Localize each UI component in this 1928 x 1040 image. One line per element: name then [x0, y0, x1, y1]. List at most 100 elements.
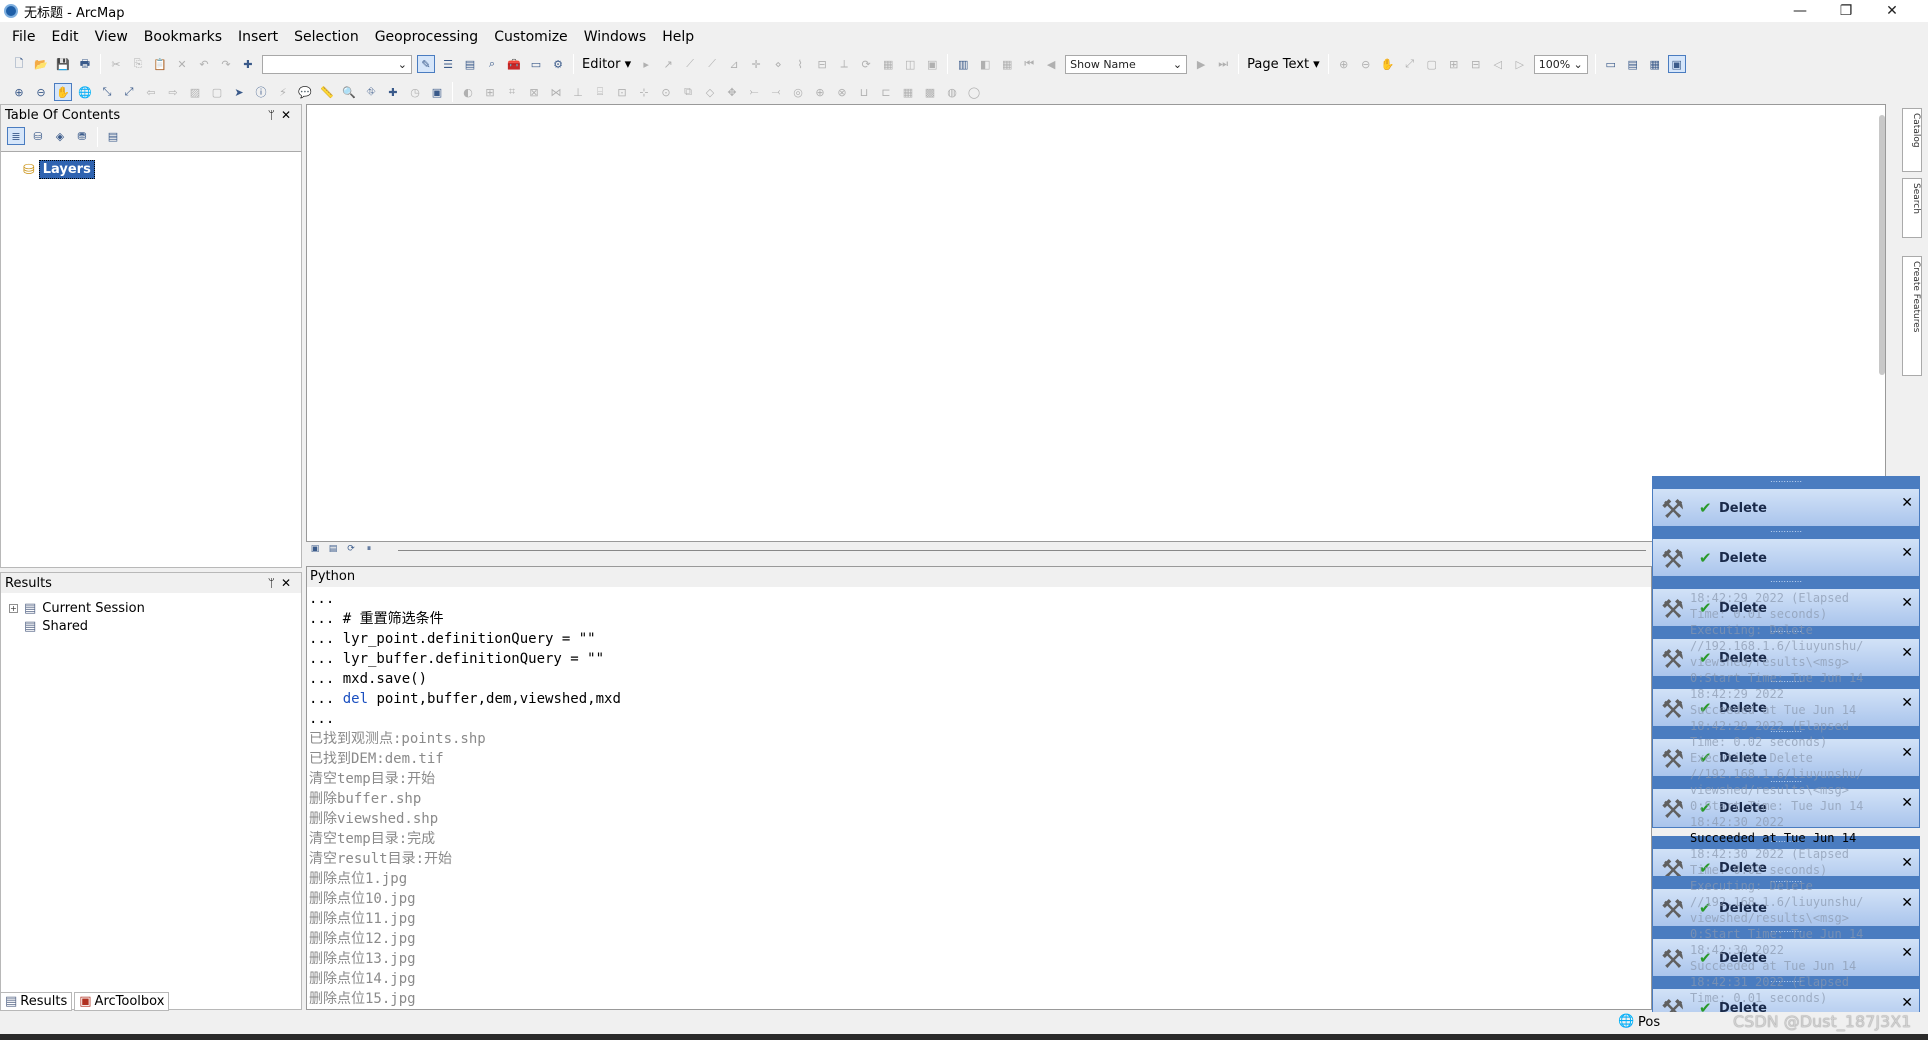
notification-grip[interactable]: ⋯⋯⋯⋯: [1653, 577, 1919, 589]
notification-close-icon[interactable]: ✕: [1901, 545, 1913, 561]
go-forward-extent-icon[interactable]: ⇨: [164, 83, 182, 101]
cut-icon[interactable]: ✂: [107, 55, 125, 73]
menu-geoprocessing[interactable]: Geoprocessing: [367, 24, 486, 50]
endpoint-arc-icon[interactable]: ⟋: [703, 55, 721, 73]
layout-view-icon[interactable]: ▥: [954, 55, 972, 73]
menu-edit[interactable]: Edit: [43, 24, 86, 50]
zoom-in-icon[interactable]: ⊕: [10, 83, 28, 101]
editor-toolbar-icon[interactable]: ✎: [417, 55, 435, 73]
list-by-drawing-order-icon[interactable]: ≣: [7, 127, 25, 145]
zoom-100-icon[interactable]: ▢: [1423, 55, 1441, 73]
tree-item-shared[interactable]: ▤ Shared: [24, 619, 88, 634]
new-document-icon[interactable]: 🗋: [10, 55, 28, 73]
menu-help[interactable]: Help: [654, 24, 702, 50]
cogo-icon[interactable]: ⊠: [525, 83, 543, 101]
reshape-icon[interactable]: ⌇: [791, 55, 809, 73]
back-extent-icon[interactable]: ◁: [1489, 55, 1507, 73]
toggle-draft-icon[interactable]: ▭: [1602, 55, 1620, 73]
cut-polygons-icon[interactable]: ⊟: [813, 55, 831, 73]
find-icon[interactable]: 🔍: [340, 83, 358, 101]
go-back-extent-icon[interactable]: ⇦: [142, 83, 160, 101]
notification-close-icon[interactable]: ✕: [1901, 995, 1913, 1011]
clear-selection-icon[interactable]: ▢: [208, 83, 226, 101]
create-features-dock-tab[interactable]: Create Features: [1902, 256, 1922, 376]
next-page-icon[interactable]: ▶: [1192, 55, 1210, 73]
parcel-icon[interactable]: ⊡: [613, 83, 631, 101]
results-pin-icon[interactable]: ᛘ: [268, 576, 281, 590]
list-by-selection-icon[interactable]: ⛃: [73, 127, 91, 145]
tab-results[interactable]: ▤ Results: [0, 991, 73, 1011]
menu-windows[interactable]: Windows: [576, 24, 655, 50]
notification-close-icon[interactable]: ✕: [1901, 855, 1913, 871]
first-page-icon[interactable]: ⏮: [1020, 55, 1038, 73]
generalize-icon[interactable]: ⌸: [591, 83, 609, 101]
catalog-icon[interactable]: ▤: [461, 55, 479, 73]
pan-layout-icon[interactable]: ✋: [1379, 55, 1397, 73]
notification-close-icon[interactable]: ✕: [1901, 945, 1913, 961]
map-vertical-scrollbar[interactable]: [1879, 115, 1885, 375]
refresh-icon[interactable]: ⟳: [345, 544, 357, 556]
notification-close-icon[interactable]: ✕: [1901, 745, 1913, 761]
expand-icon[interactable]: +: [9, 604, 18, 613]
data-frame-icon[interactable]: ◧: [976, 55, 994, 73]
page-name-combo[interactable]: Show Name ⌄: [1065, 54, 1188, 74]
html-popup-icon[interactable]: 💬: [296, 83, 314, 101]
pause-drawing-icon[interactable]: ⏸: [363, 544, 375, 556]
results-close-icon[interactable]: ✕: [281, 576, 297, 590]
menu-insert[interactable]: Insert: [230, 24, 286, 50]
data-driven-pages-icon[interactable]: ▣: [1667, 55, 1686, 73]
python-window[interactable]: Python ... ... # 重置筛选条件 ... lyr_point.defi…: [306, 566, 1652, 1010]
change-layout-icon[interactable]: ▦: [1646, 55, 1664, 73]
paste-icon[interactable]: 📋: [151, 55, 169, 73]
add-data-icon[interactable]: ✚: [239, 55, 257, 73]
previous-page-icon[interactable]: ◀: [1042, 55, 1060, 73]
layers-label[interactable]: Layers: [38, 160, 95, 179]
search-window-icon[interactable]: ⌕: [483, 55, 501, 73]
buffer-tool-icon[interactable]: ◎: [789, 83, 807, 101]
pan-icon[interactable]: ✋: [54, 83, 72, 101]
menu-selection[interactable]: Selection: [286, 24, 367, 50]
find-route-icon[interactable]: ⛗: [362, 83, 380, 101]
delete-icon[interactable]: ✕: [173, 55, 191, 73]
notification-close-icon[interactable]: ✕: [1901, 645, 1913, 661]
arctoolbox-icon[interactable]: 🧰: [505, 55, 523, 73]
catalog-dock-tab[interactable]: Catalog: [1902, 108, 1922, 172]
move-icon[interactable]: ✥: [723, 83, 741, 101]
grid-icon[interactable]: ▦: [899, 83, 917, 101]
attributes-icon[interactable]: ▦: [879, 55, 897, 73]
fixed-zoom-out-map-icon[interactable]: ⤢: [120, 83, 138, 101]
data-view-icon[interactable]: ▣: [309, 544, 321, 556]
redo-icon[interactable]: ↷: [217, 55, 235, 73]
editor-menu[interactable]: Editor ▾: [582, 57, 631, 72]
merge-icon[interactable]: ⊔: [855, 83, 873, 101]
straight-segment-icon[interactable]: ⟋: [681, 55, 699, 73]
fixed-zoom-out-icon[interactable]: ⊟: [1467, 55, 1485, 73]
menu-file[interactable]: File: [4, 24, 43, 50]
extend-icon[interactable]: ⤚: [745, 83, 763, 101]
advanced-edit-icon[interactable]: ⊥: [569, 83, 587, 101]
undo-icon[interactable]: ↶: [195, 55, 213, 73]
trace-icon[interactable]: ⊿: [725, 55, 743, 73]
measure-icon[interactable]: 📏: [318, 83, 336, 101]
notification-close-icon[interactable]: ✕: [1901, 795, 1913, 811]
edit-tool-icon[interactable]: ▸: [637, 55, 655, 73]
hyperlink-icon[interactable]: ⚡: [274, 83, 292, 101]
edit-annotation-icon[interactable]: ↗: [659, 55, 677, 73]
globe-icon[interactable]: ◯: [965, 83, 983, 101]
tab-arctoolbox[interactable]: ▣ ArcToolbox: [74, 991, 170, 1011]
split-icon[interactable]: ⟂: [835, 55, 853, 73]
fixed-zoom-in-icon[interactable]: ⊞: [1445, 55, 1463, 73]
trim-icon[interactable]: ⤙: [767, 83, 785, 101]
georeferencing-icon[interactable]: ⊞: [481, 83, 499, 101]
tree-item-current-session[interactable]: + ▤ Current Session: [9, 601, 145, 616]
time-slider-icon[interactable]: ◷: [406, 83, 424, 101]
copy-icon[interactable]: ⎘: [129, 55, 147, 73]
python-window-icon[interactable]: ▭: [527, 55, 545, 73]
notification-close-icon[interactable]: ✕: [1901, 595, 1913, 611]
go-to-xy-icon[interactable]: ✚: [384, 83, 402, 101]
raster-icon[interactable]: ▩: [921, 83, 939, 101]
delete-notification[interactable]: ⋯⋯⋯⋯ ⚒ ✔ Delete ✕: [1652, 476, 1920, 528]
intersect-icon[interactable]: ⊗: [833, 83, 851, 101]
toc-options-icon[interactable]: ▤: [104, 127, 122, 145]
zoom-in-layout-icon[interactable]: ⊕: [1335, 55, 1353, 73]
